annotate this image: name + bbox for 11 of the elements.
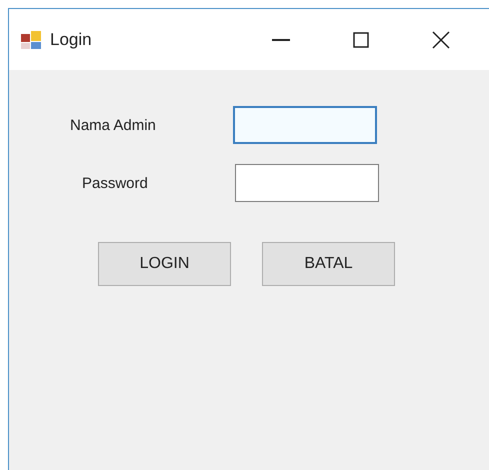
field-label: Password bbox=[81, 174, 149, 192]
input-field[interactable] bbox=[233, 106, 377, 144]
window-title: Login bbox=[50, 30, 93, 50]
action-button[interactable]: LOGIN bbox=[98, 242, 231, 286]
app-icon bbox=[20, 30, 42, 50]
action-button[interactable]: BATAL bbox=[262, 242, 395, 286]
input-field[interactable] bbox=[235, 164, 379, 202]
maximize-icon[interactable] bbox=[353, 32, 369, 48]
minimize-icon[interactable] bbox=[272, 38, 290, 40]
close-icon[interactable] bbox=[432, 30, 450, 48]
field-label: Nama Admin bbox=[70, 116, 157, 134]
